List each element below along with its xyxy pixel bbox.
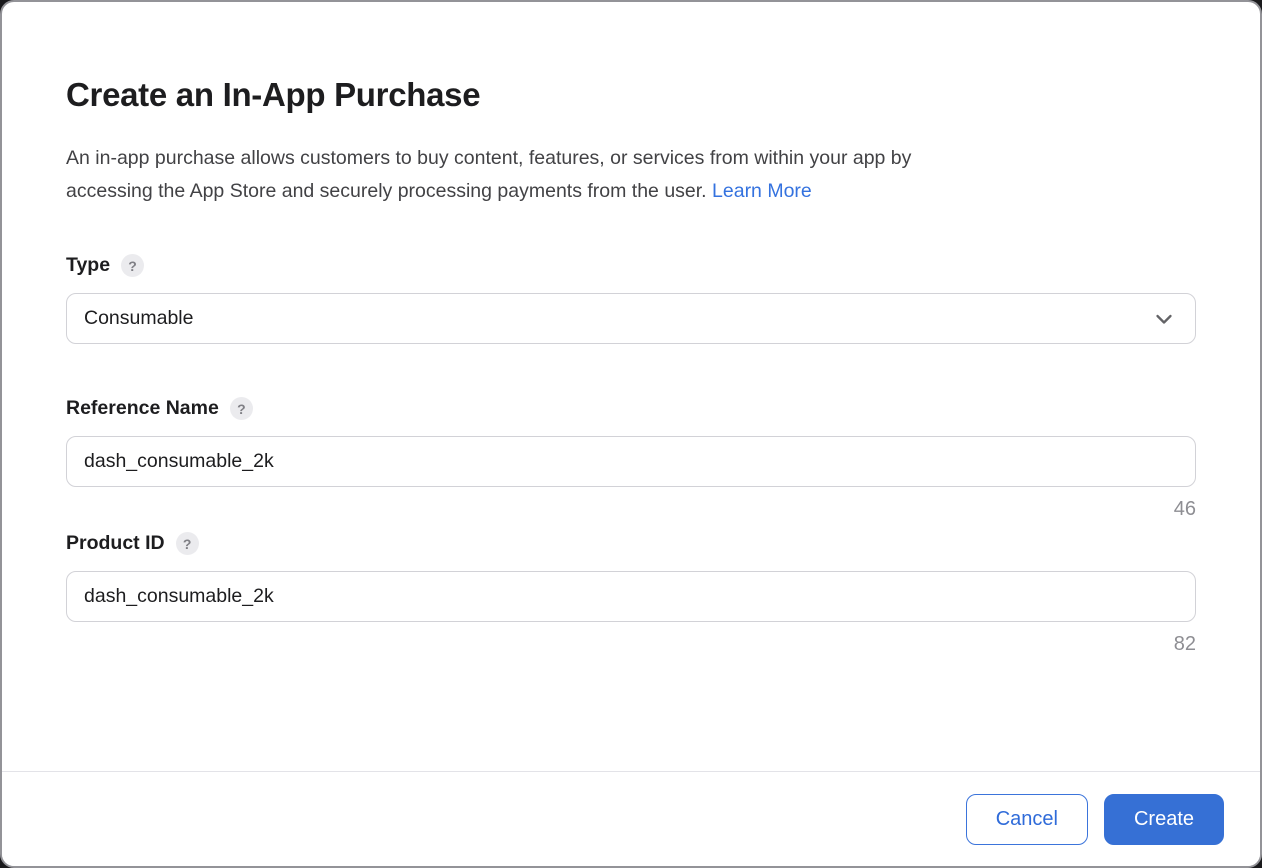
chevron-down-icon <box>1153 308 1175 330</box>
description-line-1: An in-app purchase allows customers to b… <box>66 147 911 169</box>
type-label-row: Type ? <box>66 254 1196 277</box>
reference-name-char-count: 46 <box>66 497 1196 521</box>
product-id-input[interactable] <box>66 571 1196 622</box>
modal-description: An in-app purchase allows customers to b… <box>66 142 1196 208</box>
reference-name-label-row: Reference Name ? <box>66 397 1196 420</box>
type-help-icon[interactable]: ? <box>121 254 144 277</box>
reference-name-label: Reference Name <box>66 397 219 420</box>
product-id-help-icon[interactable]: ? <box>176 532 199 555</box>
page-title: Create an In-App Purchase <box>66 76 1196 114</box>
modal-content: Create an In-App Purchase An in-app purc… <box>2 2 1260 771</box>
reference-name-field-group: Reference Name ? 46 <box>66 397 1196 521</box>
product-id-label-row: Product ID ? <box>66 532 1196 555</box>
product-id-label: Product ID <box>66 532 165 555</box>
create-button[interactable]: Create <box>1104 794 1224 845</box>
type-field-group: Type ? Consumable <box>66 254 1196 344</box>
product-id-char-count: 82 <box>66 632 1196 656</box>
reference-name-input[interactable] <box>66 436 1196 487</box>
type-selected-value: Consumable <box>84 307 193 330</box>
create-iap-modal: Create an In-App Purchase An in-app purc… <box>0 0 1262 868</box>
cancel-button[interactable]: Cancel <box>966 794 1088 845</box>
product-id-field-group: Product ID ? 82 <box>66 532 1196 656</box>
type-label: Type <box>66 254 110 277</box>
learn-more-link[interactable]: Learn More <box>712 180 812 202</box>
modal-footer: Cancel Create <box>2 771 1260 866</box>
reference-name-help-icon[interactable]: ? <box>230 397 253 420</box>
type-select[interactable]: Consumable <box>66 293 1196 344</box>
description-line-2: accessing the App Store and securely pro… <box>66 180 707 202</box>
